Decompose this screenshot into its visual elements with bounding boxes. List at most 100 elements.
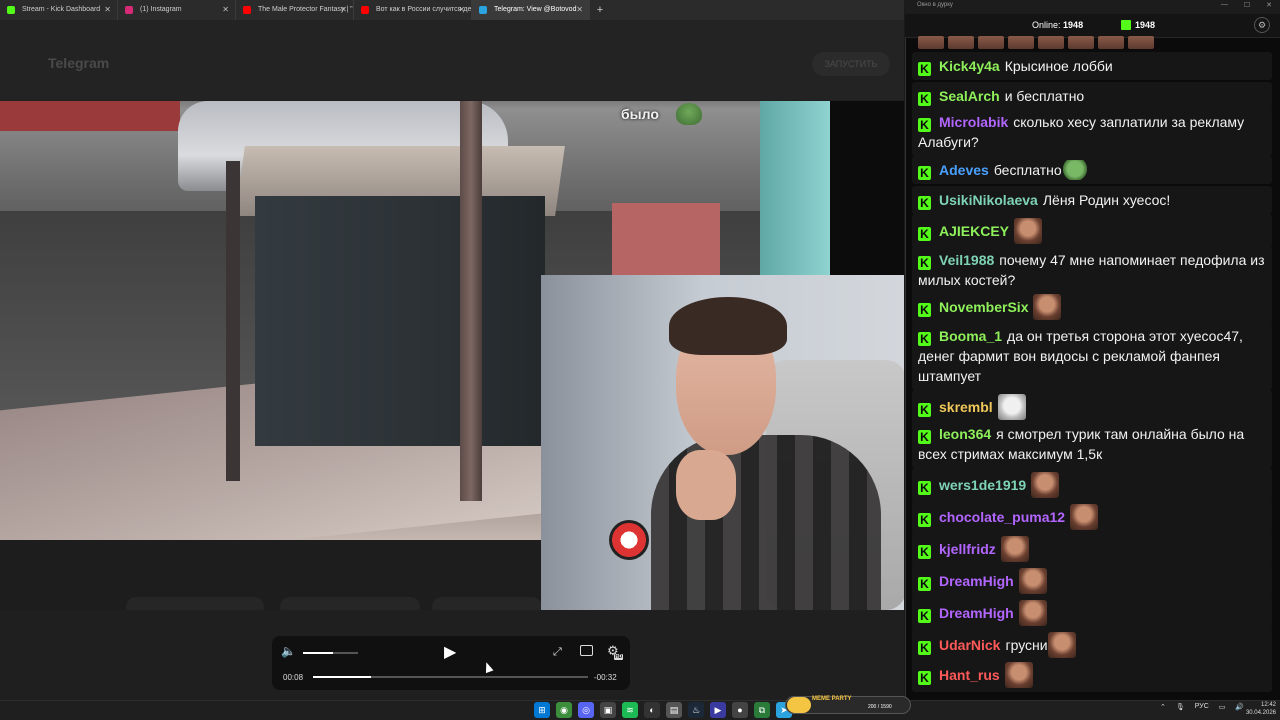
chat-username[interactable]: Kick4y4a	[939, 58, 1000, 74]
browser-tab[interactable]: Stream - Kick Dashboard ✕	[0, 0, 118, 20]
app-icon[interactable]: ▤	[666, 702, 682, 718]
chat-username[interactable]: SealArch	[939, 88, 1000, 104]
new-tab-button[interactable]: +	[590, 0, 610, 20]
chat-username[interactable]: kjellfridz	[939, 541, 996, 557]
current-time: 00:08	[283, 673, 304, 682]
online-label: Online:	[1032, 20, 1061, 30]
volume-icon[interactable]: 🔈	[281, 644, 296, 658]
frog-emote-icon	[1061, 160, 1088, 180]
spotify-icon[interactable]: ≋	[622, 702, 638, 718]
volume-fill	[303, 652, 333, 654]
chat-username[interactable]: NovemberSix	[939, 299, 1028, 315]
kick-badge-icon: K	[918, 481, 931, 495]
app-icon[interactable]: ▣	[600, 702, 616, 718]
doge-icon	[787, 697, 811, 713]
meme-party-count: 200 / 1590	[868, 704, 892, 710]
app-icon[interactable]: ●	[732, 702, 748, 718]
chat-username[interactable]: UsikiNikolaeva	[939, 192, 1038, 208]
tab-favicon-icon	[479, 6, 487, 14]
chat-message: Kskrembl	[912, 390, 1272, 424]
maximize-icon[interactable]: ☐	[1244, 1, 1250, 9]
chat-message: Kchocolate_puma12	[912, 500, 1272, 534]
chrome-icon[interactable]: ◉	[556, 702, 572, 718]
app-icon[interactable]: ◐	[644, 702, 660, 718]
close-icon[interactable]: ✕	[1266, 1, 1272, 9]
emote-icon	[918, 36, 944, 49]
chat-username[interactable]: UdarNick	[939, 637, 1000, 653]
browser-tab[interactable]: Telegram: View @Botovod ✕	[472, 0, 590, 20]
chat-username[interactable]: wers1de1919	[939, 477, 1026, 493]
emote-strip	[918, 36, 1158, 49]
face-emote-icon	[1004, 662, 1033, 688]
fullscreen-icon[interactable]: ⤢	[553, 646, 562, 659]
chat-username[interactable]: Microlabik	[939, 114, 1008, 130]
online-counter: Online: 1948	[1032, 20, 1083, 30]
chat-window-controls: — ☐ ✕	[1221, 1, 1272, 9]
network-icon[interactable]: ▭	[1219, 703, 1226, 711]
microphone-icon[interactable]: 🎙	[1176, 703, 1185, 711]
chat-message: K Kick4y4a Крысиное лобби	[912, 52, 1272, 80]
chat-username[interactable]: skrembl	[939, 399, 993, 415]
app-icon[interactable]: ▶	[710, 702, 726, 718]
webcam-overlay	[541, 275, 904, 610]
chevron-up-icon[interactable]: ⌃	[1160, 703, 1166, 711]
tab-close-icon[interactable]: ✕	[222, 0, 229, 20]
hd-badge: HD	[614, 654, 624, 660]
chat-username[interactable]: Hant_rus	[939, 667, 1000, 683]
video-letterbox	[830, 101, 904, 275]
chat-username[interactable]: Booma_1	[939, 328, 1002, 344]
chat-text: грусни	[1005, 637, 1048, 653]
taskbar-apps: ⊞ ◉ ◎ ▣ ≋ ◐ ▤ ♨ ▶ ● ⧉ ➤	[534, 702, 792, 718]
kiosk	[255, 196, 545, 446]
face-emote-icon	[1033, 294, 1062, 320]
emote-icon	[948, 36, 974, 49]
frog-emote-icon	[676, 103, 702, 125]
emote-icon	[1068, 36, 1094, 49]
tab-label: (1) Instagram	[140, 6, 182, 13]
minimize-icon[interactable]: —	[1221, 1, 1228, 9]
chat-username[interactable]: AJIEKCEY	[939, 223, 1009, 239]
tab-close-icon[interactable]: ✕	[576, 0, 583, 20]
chat-window-title: Окно в дурку	[917, 2, 953, 8]
steam-icon[interactable]: ♨	[688, 702, 704, 718]
browser-tab[interactable]: The Male Protector Fantasy | "S... ✕	[236, 0, 354, 20]
tab-close-icon[interactable]: ✕	[458, 0, 465, 20]
chat-settings-gear-icon[interactable]: ⚙	[1254, 17, 1270, 33]
face-emote-icon	[1018, 600, 1047, 626]
cyan-post	[760, 101, 830, 276]
chat-username[interactable]: Veil1988	[939, 252, 994, 268]
launch-button[interactable]: ЗАПУСТИТЬ	[812, 52, 890, 76]
windows-start-icon[interactable]: ⊞	[534, 702, 550, 718]
clock-time: 12:42	[1260, 702, 1276, 708]
kick-logo-icon	[1121, 20, 1131, 30]
language-indicator[interactable]: РУС	[1195, 703, 1209, 711]
chat-username[interactable]: chocolate_puma12	[939, 509, 1065, 525]
kick-badge-icon: K	[918, 166, 931, 180]
system-clock[interactable]: 12:42 30.04.2026	[1240, 701, 1276, 717]
discord-icon[interactable]: ◎	[578, 702, 594, 718]
chat-username[interactable]: DreamHigh	[939, 605, 1014, 621]
chat-username[interactable]: DreamHigh	[939, 573, 1014, 589]
face-emote-icon	[1047, 632, 1076, 658]
kick-badge-icon: K	[918, 513, 931, 527]
play-button[interactable]: ▶	[444, 642, 462, 662]
chat-stats-bar	[905, 14, 1280, 38]
browser-tab[interactable]: (1) Instagram ✕	[118, 0, 236, 20]
kick-viewer-count: 1948	[1135, 20, 1156, 30]
clock-date: 30.04.2026	[1245, 710, 1276, 716]
face-emote-icon	[1018, 568, 1047, 594]
chat-message: K UsikiNikolaeva Лёня Родин хуесос!	[912, 186, 1272, 214]
emote-icon	[1128, 36, 1154, 49]
kick-badge-icon: K	[918, 609, 931, 623]
tab-close-icon[interactable]: ✕	[104, 0, 111, 20]
tab-favicon-icon	[125, 6, 133, 14]
tab-favicon-icon	[361, 6, 369, 14]
app-icon[interactable]: ⧉	[754, 702, 770, 718]
system-tray: ⌃ 🎙 РУС ▭ 🔊	[1160, 703, 1244, 711]
picture-in-picture-icon[interactable]	[580, 645, 593, 656]
browser-tab[interactable]: Вот как в России случится дев... ✕	[354, 0, 472, 20]
chat-message: K DreamHigh	[912, 564, 1272, 598]
tab-close-icon[interactable]: ✕	[340, 0, 347, 20]
chat-username[interactable]: leon364	[939, 426, 991, 442]
chat-username[interactable]: Adeves	[939, 162, 989, 178]
